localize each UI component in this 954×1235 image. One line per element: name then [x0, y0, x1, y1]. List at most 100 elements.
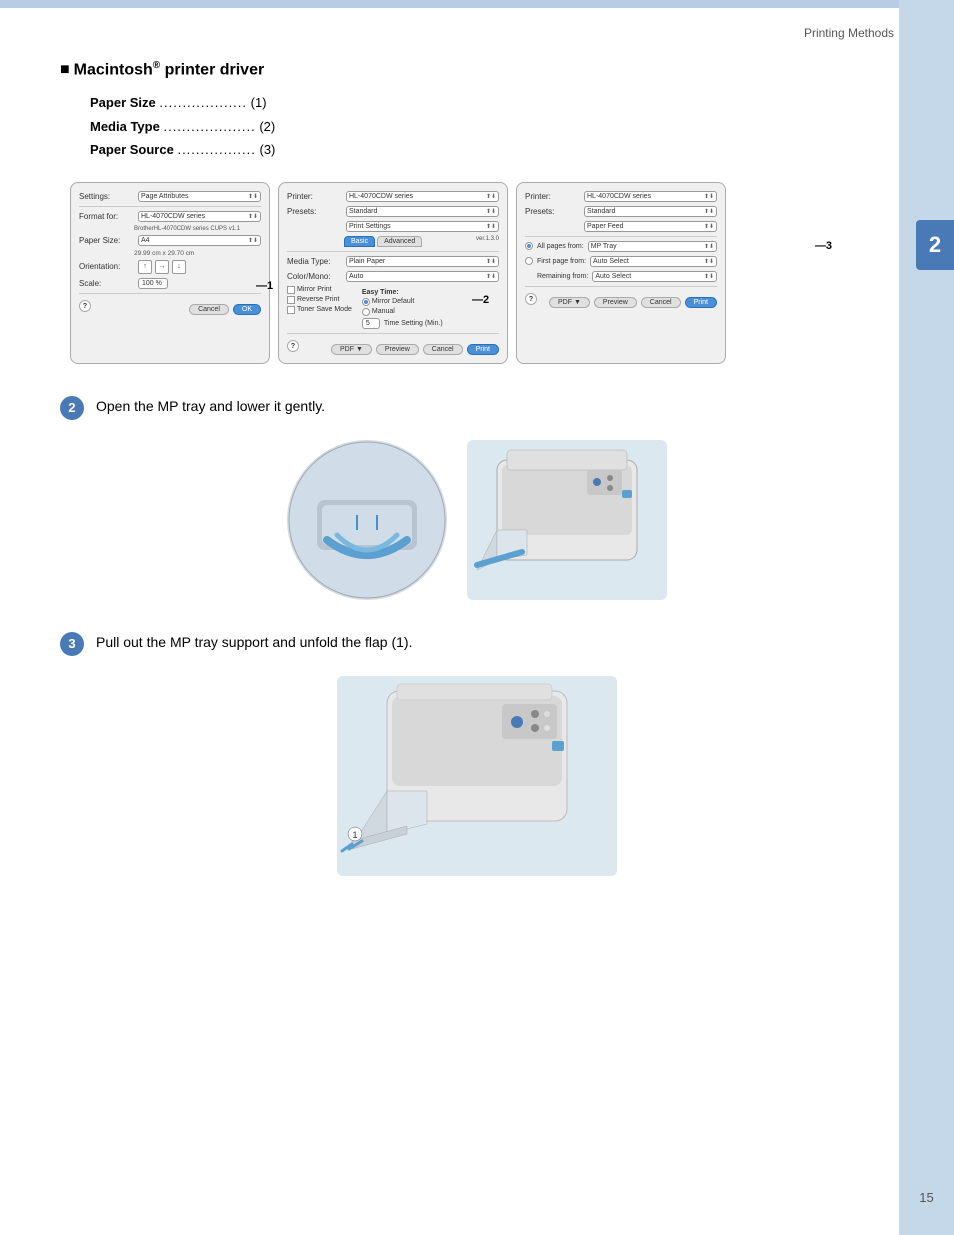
dialog2-help-btn[interactable]: ? — [287, 340, 299, 352]
dialogs-wrapper: Settings: Page Attributes ⬆⬇ Format for:… — [60, 182, 894, 364]
dialog2-pdf-btn[interactable]: PDF ▼ — [331, 344, 372, 355]
annotation-2: —2 — [472, 294, 489, 306]
dialog2-options-cols: Mirror Print Reverse Print Toner Save Mo… — [287, 286, 499, 329]
dialog3-paperfeed-select[interactable]: Paper Feed ⬆⬇ — [584, 221, 717, 232]
dialog1-cancel-btn[interactable]: Cancel — [189, 304, 229, 315]
dialog3-pdf-btn[interactable]: PDF ▼ — [549, 297, 590, 308]
dialog1-orientation-row: Orientation: ↑ → ↓ — [79, 260, 261, 274]
step3-printer-image: 1 — [337, 676, 617, 876]
dialog3-print-btn[interactable]: Print — [685, 297, 717, 308]
dialog1-divider1 — [79, 206, 261, 207]
right-strip — [899, 0, 954, 1235]
dialog2-col1: Mirror Print Reverse Print Toner Save Mo… — [287, 286, 352, 329]
header-text: Printing Methods — [804, 26, 894, 40]
tab-advanced[interactable]: Advanced — [377, 236, 422, 247]
page-number: 15 — [899, 1190, 954, 1205]
dialog2-mediatype-row: Media Type: Plain Paper ⬆⬇ — [287, 256, 499, 267]
dialog2-divider2 — [287, 333, 499, 334]
dialog1-format-label: Format for: — [79, 212, 134, 221]
landscape-btn[interactable]: → — [155, 260, 169, 274]
dialog1-help-btn[interactable]: ? — [79, 300, 91, 312]
dialog3-firstpage-row: First page from: Auto Select ⬆⬇ — [525, 256, 717, 267]
step2-text: Open the MP tray and lower it gently. — [96, 394, 325, 414]
dialog2-mediatype-label: Media Type: — [287, 257, 342, 266]
dialog2-colormono-select[interactable]: Auto ⬆⬇ — [346, 271, 499, 282]
manual-cb[interactable]: Manual — [362, 308, 443, 316]
section-title: ■ Macintosh® printer driver — [60, 60, 894, 79]
dialog-print-settings: Printer: HL-4070CDW series ⬆⬇ Presets: S… — [278, 182, 508, 364]
dialog3-allpages-row: All pages from: MP Tray ⬆⬇ — [525, 241, 717, 252]
title-text: Macintosh® printer driver — [74, 60, 265, 79]
time-setting-row: 5 Time Setting (Min.) — [362, 318, 443, 329]
dialog2-presets-row: Presets: Standard ⬆⬇ — [287, 206, 499, 217]
feature-item-2: Media Type .................... (2) — [90, 115, 894, 138]
dialog3-firstpage-label: First page from: — [537, 258, 586, 265]
dialog1-papersize-select[interactable]: A4 ⬆⬇ — [138, 235, 261, 246]
dialog2-version: ver.1.3.0 — [424, 236, 499, 245]
dialog3-preview-btn[interactable]: Preview — [594, 297, 637, 308]
dialog3-firstpage-select[interactable]: Auto Select ⬆⬇ — [590, 256, 717, 267]
dialog2-col2: Easy Time: Mirror Default Manual — [362, 286, 443, 329]
dialog1-scale-input[interactable]: 100 % — [138, 278, 168, 289]
dialog-paper-feed: Printer: HL-4070CDW series ⬆⬇ Presets: S… — [516, 182, 726, 364]
dialog2-preview-btn[interactable]: Preview — [376, 344, 419, 355]
dialog3-printer-row: Printer: HL-4070CDW series ⬆⬇ — [525, 191, 717, 202]
dialog3-cancel-btn[interactable]: Cancel — [641, 297, 681, 308]
step2-printer-image — [467, 440, 667, 600]
dialog2-mediatype-select[interactable]: Plain Paper ⬆⬇ — [346, 256, 499, 267]
dialogs-row: Settings: Page Attributes ⬆⬇ Format for:… — [70, 182, 894, 364]
toner-save-cb[interactable]: Toner Save Mode — [287, 306, 352, 314]
step2-section: 2 Open the MP tray and lower it gently. — [60, 394, 894, 420]
dialog1-format-select[interactable]: HL-4070CDW series ⬆⬇ — [138, 211, 261, 222]
dialog3-remaining-select[interactable]: Auto Select ⬆⬇ — [592, 271, 717, 282]
dialog2-printer-label: Printer: — [287, 192, 342, 201]
reverse-btn[interactable]: ↓ — [172, 260, 186, 274]
step3-images: 1 — [60, 676, 894, 876]
dialog1-divider2 — [79, 293, 261, 294]
dialog3-printer-label: Printer: — [525, 192, 580, 201]
dialog1-scale-label: Scale: — [79, 279, 134, 288]
svg-text:1: 1 — [352, 830, 357, 840]
mirror-print-cb[interactable]: Mirror Print — [287, 286, 352, 294]
annotation-1: —1 — [256, 280, 273, 292]
dialog1-ok-btn[interactable]: OK — [233, 304, 261, 315]
step2-images — [60, 440, 894, 600]
dialog1-settings-select[interactable]: Page Attributes ⬆⬇ — [138, 191, 261, 202]
portrait-btn[interactable]: ↑ — [138, 260, 152, 274]
dialog2-buttons: PDF ▼ Preview Cancel Print — [331, 344, 499, 355]
dialog2-colormono-row: Color/Mono: Auto ⬆⬇ — [287, 271, 499, 282]
step3-badge: 3 — [60, 632, 84, 656]
dialog2-cancel-btn[interactable]: Cancel — [423, 344, 463, 355]
dialog3-buttons: PDF ▼ Preview Cancel Print — [549, 297, 717, 308]
dialog1-orientation-label: Orientation: — [79, 262, 134, 271]
dialog3-help-btn[interactable]: ? — [525, 293, 537, 305]
dialog1-buttons: Cancel OK — [189, 304, 261, 315]
chapter-tab: 2 — [916, 220, 954, 270]
tab-basic[interactable]: Basic — [344, 236, 375, 247]
dialog3-remaining-row: Remaining from: Auto Select ⬆⬇ — [525, 271, 717, 282]
mirror-default-cb[interactable]: Mirror Default — [362, 298, 443, 306]
dialog2-print-btn[interactable]: Print — [467, 344, 499, 355]
dialog2-divider — [287, 251, 499, 252]
header: Printing Methods — [0, 8, 954, 40]
dialog3-allpages-select[interactable]: MP Tray ⬆⬇ — [588, 241, 717, 252]
dialog2-presets-select[interactable]: Standard ⬆⬇ — [346, 206, 499, 217]
dialog2-printer-select[interactable]: HL-4070CDW series ⬆⬇ — [346, 191, 499, 202]
dialog1-settings-label: Settings: — [79, 192, 134, 201]
step3-text: Pull out the MP tray support and unfold … — [96, 630, 412, 650]
step2-circle-image — [287, 440, 447, 600]
dialog3-printer-select[interactable]: HL-4070CDW series ⬆⬇ — [584, 191, 717, 202]
dialog1-paper-dims: 29.99 cm x 29.70 cm — [134, 250, 261, 257]
dialog2-printsettings-row: Print Settings ⬆⬇ — [287, 221, 499, 232]
step3-section: 3 Pull out the MP tray support and unfol… — [60, 630, 894, 656]
dialog1-papersize-label: Paper Size: — [79, 236, 134, 245]
feature-item-1: Paper Size ................... (1) — [90, 91, 894, 114]
reverse-print-cb[interactable]: Reverse Print — [287, 296, 352, 304]
dialog2-printsettings-select[interactable]: Print Settings ⬆⬇ — [346, 221, 499, 232]
dialog3-presets-select[interactable]: Standard ⬆⬇ — [584, 206, 717, 217]
dialog1-footer: ? Cancel OK — [79, 298, 261, 315]
time-value[interactable]: 5 — [362, 318, 380, 329]
dialog3-divider — [525, 236, 717, 237]
main-content: ■ Macintosh® printer driver Paper Size .… — [0, 40, 954, 946]
dialog2-tabs: Basic Advanced ver.1.3.0 — [287, 236, 499, 247]
